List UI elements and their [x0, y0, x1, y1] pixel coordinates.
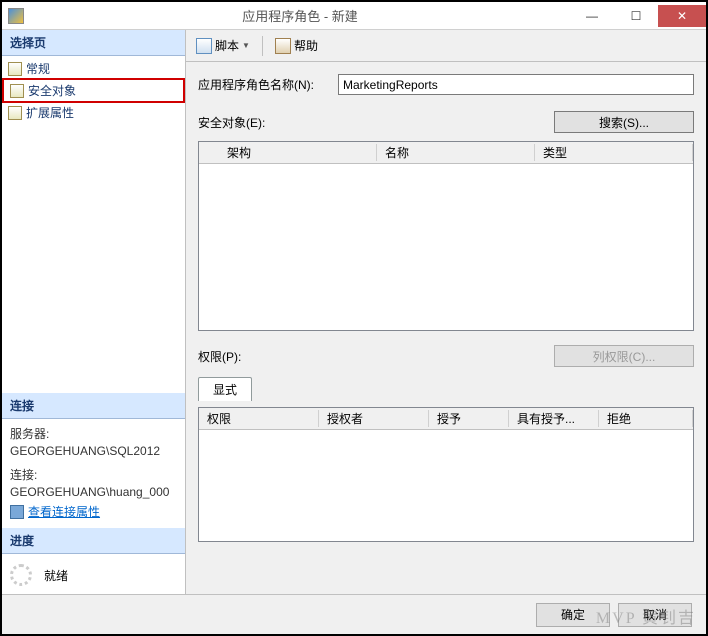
titlebar: 应用程序角色 - 新建 — ☐ ✕ — [2, 2, 706, 30]
progress-block: 就绪 — [2, 554, 185, 594]
ok-button[interactable]: 确定 — [536, 603, 610, 627]
col-with-grant[interactable]: 具有授予... — [509, 410, 599, 427]
col-schema[interactable]: 架构 — [219, 144, 377, 161]
progress-header: 进度 — [2, 528, 185, 554]
script-button[interactable]: 脚本 ▼ — [192, 35, 254, 56]
link-label: 查看连接属性 — [28, 503, 100, 520]
cancel-button[interactable]: 取消 — [618, 603, 692, 627]
window-controls: — ☐ ✕ — [570, 5, 706, 27]
progress-status: 就绪 — [44, 567, 68, 584]
main-panel: 脚本 ▼ 帮助 应用程序角色名称(N): 安全对象(E): 搜索(S)... — [186, 30, 706, 594]
close-button[interactable]: ✕ — [658, 5, 706, 27]
tab-explicit[interactable]: 显式 — [198, 377, 252, 401]
connection-value: GEORGEHUANG\huang_000 — [10, 485, 177, 499]
permissions-row: 权限(P): 列权限(C)... — [198, 345, 694, 367]
app-icon — [8, 8, 24, 24]
script-label: 脚本 — [215, 37, 239, 54]
col-deny[interactable]: 拒绝 — [599, 410, 693, 427]
connection-label: 连接: — [10, 466, 177, 483]
permissions-label: 权限(P): — [198, 348, 544, 365]
role-name-label: 应用程序角色名称(N): — [198, 76, 328, 93]
sidebar-item-extended-props[interactable]: 扩展属性 — [2, 102, 185, 123]
maximize-button[interactable]: ☐ — [614, 5, 658, 27]
window-title: 应用程序角色 - 新建 — [30, 6, 570, 25]
role-name-row: 应用程序角色名称(N): — [198, 74, 694, 95]
grid-header: 架构 名称 类型 — [199, 142, 693, 164]
securables-grid[interactable]: 架构 名称 类型 — [198, 141, 694, 331]
toolbar-separator — [262, 36, 263, 56]
dialog-footer: 确定 取消 MVP 黄钊吉 — [2, 594, 706, 634]
search-button[interactable]: 搜索(S)... — [554, 111, 694, 133]
sidebar: 选择页 常规 安全对象 扩展属性 连接 服务器: GEORGE — [2, 30, 186, 594]
help-label: 帮助 — [294, 37, 318, 54]
dialog-window: 应用程序角色 - 新建 — ☐ ✕ 选择页 常规 安全对象 扩展属性 — [0, 0, 708, 636]
permissions-tabs: 显式 — [198, 377, 694, 401]
chevron-down-icon: ▼ — [242, 41, 250, 50]
col-permission[interactable]: 权限 — [199, 410, 319, 427]
column-permissions-button: 列权限(C)... — [554, 345, 694, 367]
perm-grid-header: 权限 授权者 授予 具有授予... 拒绝 — [199, 408, 693, 430]
grid-body — [199, 164, 693, 330]
server-label: 服务器: — [10, 425, 177, 442]
select-page-header: 选择页 — [2, 30, 185, 56]
script-icon — [196, 38, 212, 54]
connection-block: 服务器: GEORGEHUANG\SQL2012 连接: GEORGEHUANG… — [2, 419, 185, 528]
page-list: 常规 安全对象 扩展属性 — [2, 56, 185, 125]
dialog-body: 选择页 常规 安全对象 扩展属性 连接 服务器: GEORGE — [2, 30, 706, 594]
permissions-grid[interactable]: 权限 授权者 授予 具有授予... 拒绝 — [198, 407, 694, 542]
page-icon — [8, 106, 22, 120]
server-value: GEORGEHUANG\SQL2012 — [10, 444, 177, 458]
securables-row: 安全对象(E): 搜索(S)... — [198, 111, 694, 133]
connection-header: 连接 — [2, 393, 185, 419]
spinner-icon — [10, 564, 32, 586]
help-button[interactable]: 帮助 — [271, 35, 322, 56]
sidebar-item-securables[interactable]: 安全对象 — [2, 78, 185, 103]
page-icon — [10, 84, 24, 98]
view-connection-props-link[interactable]: 查看连接属性 — [10, 503, 177, 520]
role-name-input[interactable] — [338, 74, 694, 95]
col-name[interactable]: 名称 — [377, 144, 535, 161]
col-grant[interactable]: 授予 — [429, 410, 509, 427]
col-type[interactable]: 类型 — [535, 144, 693, 161]
content-area: 应用程序角色名称(N): 安全对象(E): 搜索(S)... 架构 名称 类型 — [186, 62, 706, 594]
page-icon — [8, 62, 22, 76]
sidebar-item-label: 常规 — [26, 60, 50, 77]
toolbar: 脚本 ▼ 帮助 — [186, 30, 706, 62]
securables-label: 安全对象(E): — [198, 114, 544, 131]
col-grantor[interactable]: 授权者 — [319, 410, 429, 427]
minimize-button[interactable]: — — [570, 5, 614, 27]
properties-icon — [10, 505, 24, 519]
sidebar-item-label: 扩展属性 — [26, 104, 74, 121]
help-icon — [275, 38, 291, 54]
sidebar-item-general[interactable]: 常规 — [2, 58, 185, 79]
sidebar-item-label: 安全对象 — [28, 82, 76, 99]
